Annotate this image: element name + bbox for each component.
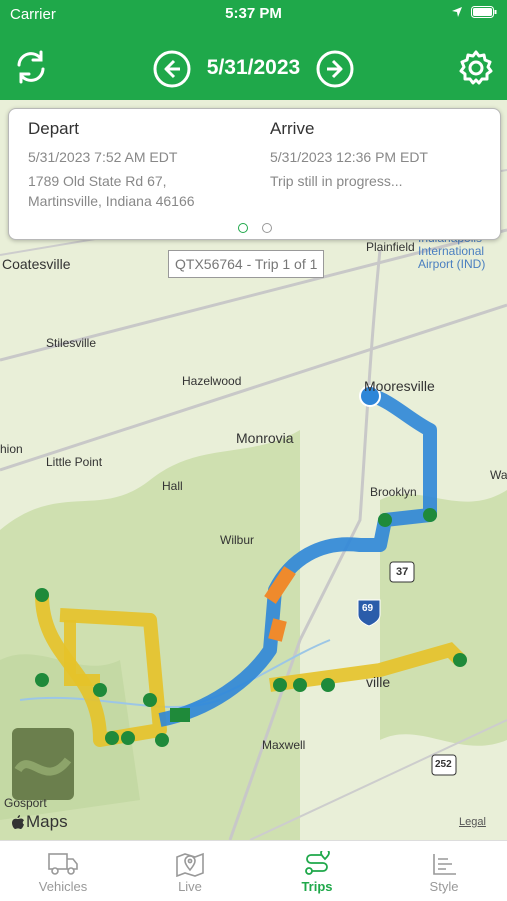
tab-label: Live [178,879,202,894]
depart-address-line1: 1789 Old State Rd 67, [28,173,167,189]
map-pin-icon [176,852,204,877]
place-label: ville [366,674,391,690]
tab-vehicles[interactable]: Vehicles [0,841,126,901]
place-label: Stilesville [46,336,97,350]
trip-label: QTX56764 - Trip 1 of 1 [168,250,325,278]
trip-info-card[interactable]: Depart 5/31/2023 7:52 AM EDT 1789 Old St… [8,108,501,240]
apple-logo-icon [12,815,24,829]
depart-time: 5/31/2023 7:52 AM EDT [28,149,178,165]
place-label: Monrovia [236,430,294,446]
page-dot[interactable] [261,223,272,233]
legal-link[interactable]: Legal [459,816,486,828]
place-label: Wilbur [220,533,255,547]
tab-trips[interactable]: Trips [254,841,380,901]
depart-section: Depart 5/31/2023 7:52 AM EDT 1789 Old St… [28,119,258,211]
trip-date: 5/31/2023 [206,56,301,79]
place-label: Brooklyn [370,485,417,499]
maps-attribution[interactable]: Maps [12,812,68,832]
place-label: hion [0,442,23,456]
arrive-section: Arrive 5/31/2023 12:36 PM EDT Trip still… [270,119,500,191]
tab-bar: Vehicles Live Trips Style [0,840,507,901]
tab-label: Trips [301,879,333,894]
list-style-icon [433,854,456,875]
depart-heading: Depart [28,119,80,138]
status-time: 5:37 PM [225,5,282,22]
maps-attribution-text: Maps [26,812,68,831]
route-icon [305,851,330,875]
page-indicator[interactable] [9,223,500,233]
tab-style[interactable]: Style [381,841,507,901]
page-dot[interactable] [237,223,248,233]
arrive-status: Trip still in progress... [270,173,403,189]
battery-icon [471,6,497,18]
place-label: Hall [162,479,183,493]
place-label: Gosport [4,796,47,810]
truck-icon [48,853,78,875]
highway-shield-37: 37 [396,566,409,578]
place-label: Coatesville [2,256,71,272]
place-label: Hazelwood [182,374,242,388]
gear-icon [459,50,493,85]
place-label: Mooresville [364,378,435,394]
place-label: Maxwell [262,738,306,752]
tab-live[interactable]: Live [127,841,253,901]
arrive-time: 5/31/2023 12:36 PM EDT [270,149,428,165]
place-label: Plainfield [366,240,415,254]
place-label: Little Point [46,455,103,469]
location-arrow-icon [452,7,462,17]
status-bar: Carrier 5:37 PM [0,0,507,28]
depart-address-line2: Martinsville, Indiana 46166 [28,193,195,209]
highway-shield-69: 69 [362,603,374,614]
arrow-right-circle-icon [316,50,354,88]
app-header: 5/31/2023 [0,28,507,100]
place-label: Wa [490,468,507,482]
next-day-button[interactable] [316,50,354,88]
arrive-heading: Arrive [270,119,315,138]
highway-shield-252: 252 [435,759,452,770]
settings-button[interactable] [456,48,496,88]
tab-label: Style [429,879,459,894]
tab-label: Vehicles [38,879,88,894]
